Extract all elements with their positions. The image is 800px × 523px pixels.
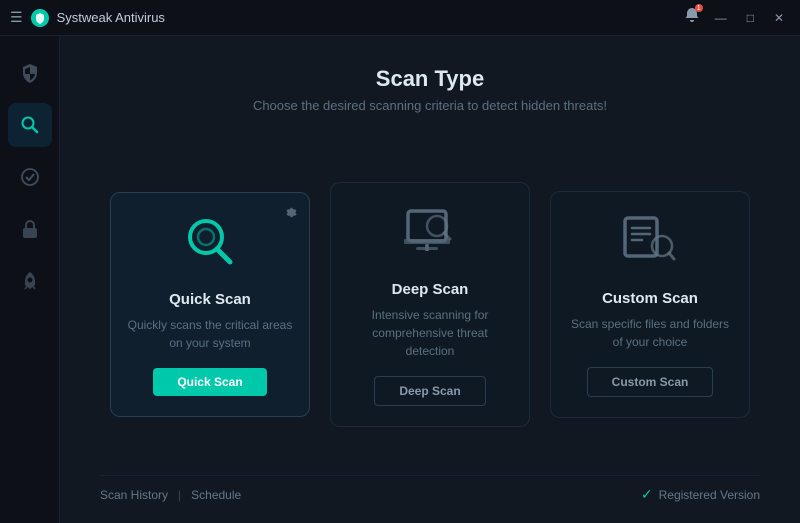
scan-cards-container: Quick Scan Quickly scans the critical ar… [100, 143, 760, 465]
sidebar [0, 36, 60, 523]
sidebar-item-shield[interactable] [8, 51, 52, 95]
deep-scan-title: Deep Scan [392, 281, 469, 298]
custom-scan-description: Scan specific files and folders of your … [567, 315, 733, 351]
quick-scan-title: Quick Scan [169, 291, 251, 308]
app-name: Systweak Antivirus [57, 10, 165, 25]
deep-scan-button[interactable]: Deep Scan [374, 376, 485, 406]
quick-scan-settings-icon[interactable] [283, 205, 297, 222]
sidebar-item-booster[interactable] [8, 259, 52, 303]
registered-check-icon: ✓ [641, 486, 653, 503]
close-button[interactable]: ✕ [768, 9, 790, 27]
sidebar-item-scan[interactable] [8, 103, 52, 147]
page-subtitle: Choose the desired scanning criteria to … [100, 98, 760, 113]
registered-label: Registered Version [659, 488, 760, 502]
hamburger-menu-icon[interactable]: ☰ [10, 9, 23, 26]
quick-scan-card[interactable]: Quick Scan Quickly scans the critical ar… [110, 192, 310, 417]
page-title: Scan Type [100, 66, 760, 92]
title-bar-left: ☰ Systweak Antivirus [10, 9, 165, 27]
quick-scan-button[interactable]: Quick Scan [153, 368, 266, 396]
footer-divider: | [178, 488, 181, 502]
title-bar-controls: 1 — □ ✕ [683, 6, 790, 29]
deep-scan-icon [400, 203, 460, 267]
quick-scan-icon [180, 213, 240, 277]
app-logo [31, 9, 49, 27]
restore-button[interactable]: □ [741, 9, 760, 27]
deep-scan-card[interactable]: Deep Scan Intensive scanning for compreh… [330, 182, 530, 427]
custom-scan-title: Custom Scan [602, 290, 698, 307]
content-area: Scan Type Choose the desired scanning cr… [60, 36, 800, 523]
notification-count: 1 [695, 4, 703, 12]
scan-history-link[interactable]: Scan History [100, 488, 168, 502]
main-layout: Scan Type Choose the desired scanning cr… [0, 36, 800, 523]
notification-badge[interactable]: 1 [683, 6, 701, 29]
schedule-link[interactable]: Schedule [191, 488, 241, 502]
custom-scan-card[interactable]: Custom Scan Scan specific files and fold… [550, 191, 750, 418]
deep-scan-description: Intensive scanning for comprehensive thr… [347, 306, 513, 360]
sidebar-item-protection[interactable] [8, 155, 52, 199]
quick-scan-description: Quickly scans the critical areas on your… [127, 316, 293, 352]
title-bar: ☰ Systweak Antivirus 1 — □ ✕ [0, 0, 800, 36]
custom-scan-button[interactable]: Custom Scan [587, 367, 714, 397]
registered-version-badge: ✓ Registered Version [641, 486, 760, 503]
sidebar-item-privacy[interactable] [8, 207, 52, 251]
minimize-button[interactable]: — [709, 9, 733, 27]
content-footer: Scan History | Schedule ✓ Registered Ver… [100, 475, 760, 503]
custom-scan-icon [620, 212, 680, 276]
